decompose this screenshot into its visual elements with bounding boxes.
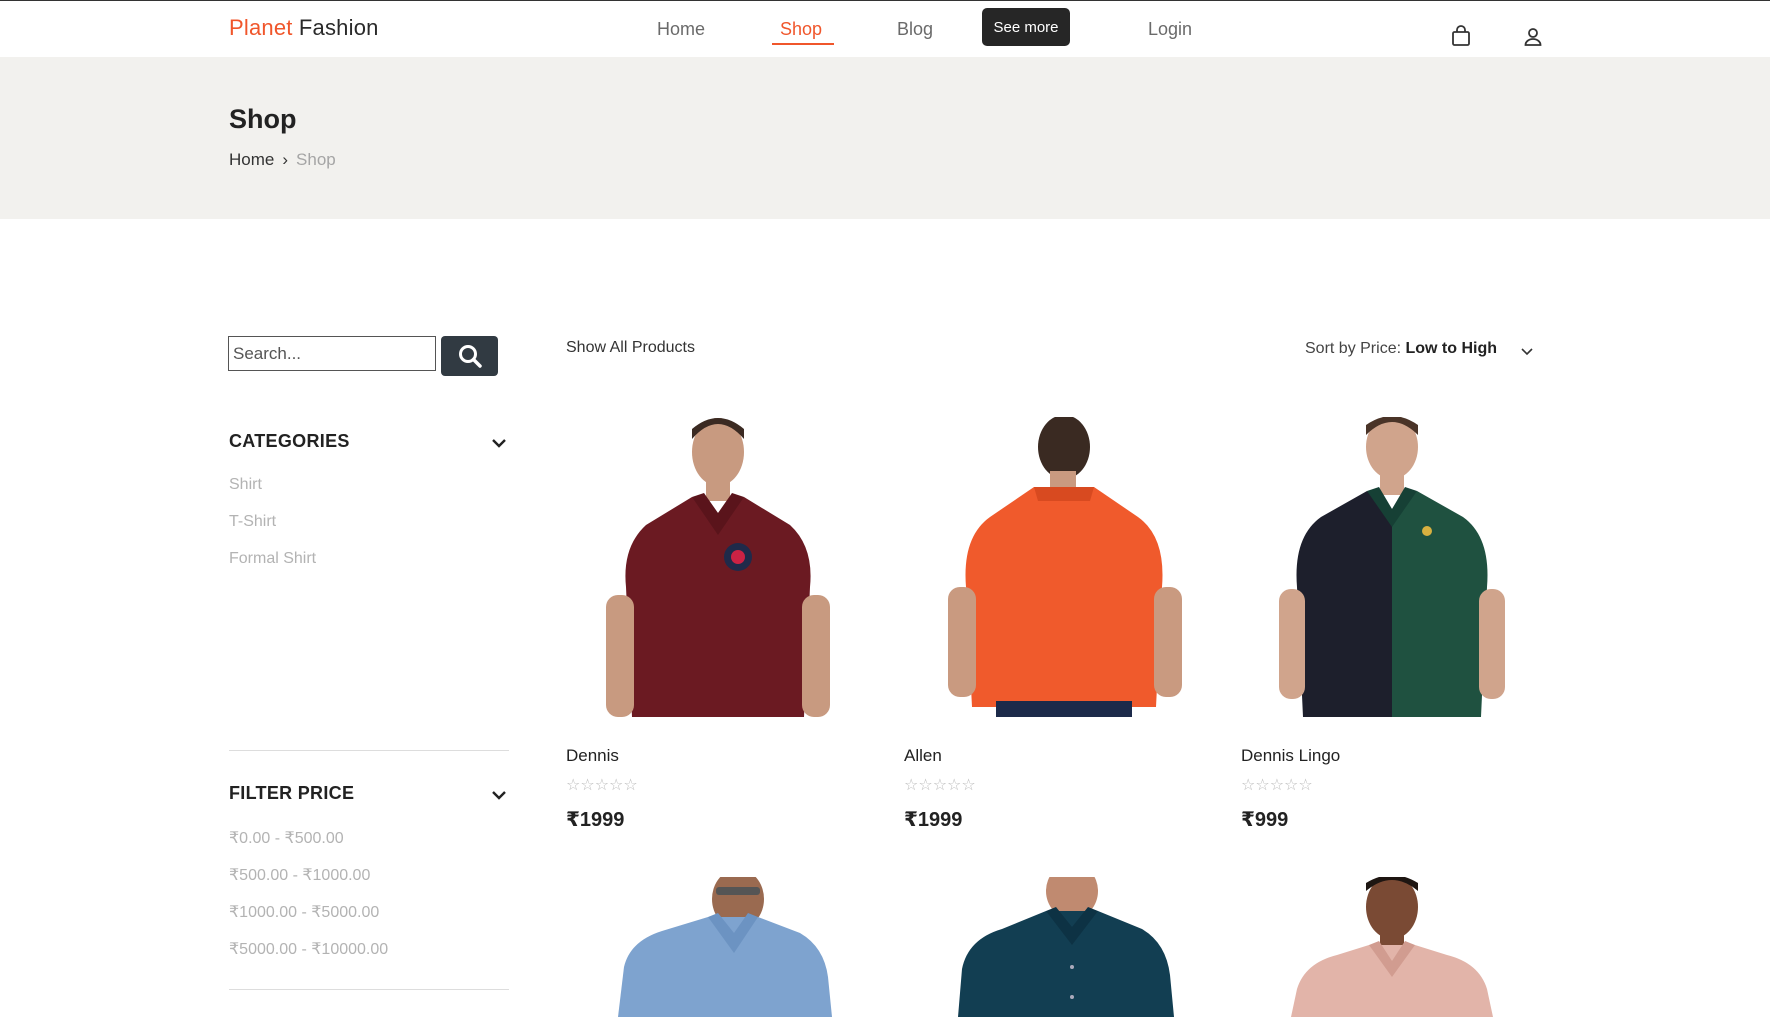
category-item-tshirt[interactable]: T-Shirt (229, 513, 276, 531)
product-image-dennis[interactable] (566, 417, 868, 717)
brand-part1: Planet (229, 15, 293, 40)
nav-home[interactable]: Home (657, 19, 705, 40)
nav-active-underline (772, 43, 834, 45)
breadcrumb: Home › Shop (229, 150, 336, 170)
product-price: ₹999 (1241, 809, 1289, 831)
nav-login[interactable]: Login (1148, 19, 1192, 40)
sort-dropdown[interactable]: Sort by Price: Low to High (1305, 340, 1497, 358)
nav-shop[interactable]: Shop (780, 19, 822, 40)
sort-value: Low to High (1405, 340, 1498, 357)
brand-logo[interactable]: Planet Fashion (229, 15, 379, 41)
chevron-down-icon[interactable] (490, 786, 508, 804)
divider (229, 750, 509, 751)
product-shirt (965, 487, 1163, 707)
categories-heading[interactable]: CATEGORIES (229, 431, 350, 452)
product-image[interactable] (566, 877, 868, 1017)
product-image[interactable] (904, 877, 1206, 1017)
rating-stars: ☆☆☆☆☆ (1241, 777, 1313, 794)
page-title: Shop (229, 104, 297, 134)
product-image[interactable] (1241, 877, 1543, 1017)
sort-label: Sort by Price: (1305, 340, 1402, 357)
breadcrumb-home[interactable]: Home (229, 150, 274, 169)
search-button[interactable] (441, 336, 498, 376)
chevron-down-icon[interactable] (490, 434, 508, 452)
search-icon (458, 345, 482, 368)
search-input[interactable] (228, 336, 436, 371)
rating-stars: ☆☆☆☆☆ (566, 777, 638, 794)
nav-blog[interactable]: Blog (897, 19, 933, 40)
product-name[interactable]: Allen (904, 746, 942, 766)
product-image-allen[interactable] (904, 417, 1206, 717)
brand-part2: Fashion (298, 15, 379, 40)
page-banner (0, 57, 1770, 219)
divider (229, 989, 509, 990)
category-item-shirt[interactable]: Shirt (229, 476, 262, 494)
chevron-down-icon[interactable] (1520, 344, 1534, 358)
breadcrumb-separator: › (282, 150, 289, 169)
see-more-tooltip: See more (982, 8, 1070, 46)
product-name[interactable]: Dennis Lingo (1241, 746, 1340, 766)
show-all-products-link[interactable]: Show All Products (566, 339, 695, 357)
price-filter-item[interactable]: ₹0.00 - ₹500.00 (229, 828, 344, 848)
price-filter-item[interactable]: ₹1000.00 - ₹5000.00 (229, 902, 379, 922)
product-price: ₹1999 (566, 809, 625, 831)
product-price: ₹1999 (904, 809, 963, 831)
breadcrumb-current: Shop (296, 150, 336, 169)
category-item-formal-shirt[interactable]: Formal Shirt (229, 550, 316, 568)
price-filter-item[interactable]: ₹500.00 - ₹1000.00 (229, 865, 370, 885)
rating-stars: ☆☆☆☆☆ (904, 777, 976, 794)
product-image-dennis-lingo[interactable] (1241, 417, 1543, 717)
user-icon[interactable] (1522, 25, 1544, 47)
shopping-bag-icon[interactable] (1450, 25, 1472, 47)
filter-price-heading[interactable]: FILTER PRICE (229, 783, 354, 804)
site-header: Planet Fashion Home Shop Blog Login See … (0, 1, 1770, 57)
product-name[interactable]: Dennis (566, 746, 619, 766)
price-filter-item[interactable]: ₹5000.00 - ₹10000.00 (229, 939, 388, 959)
